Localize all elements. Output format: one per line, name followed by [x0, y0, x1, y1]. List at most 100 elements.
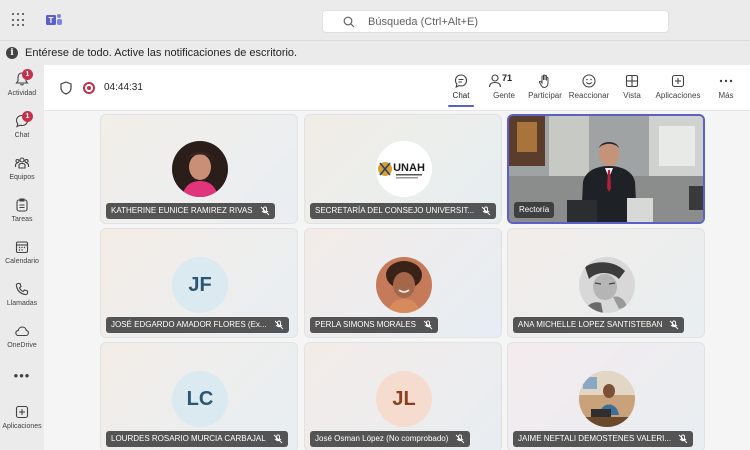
tool-label: Aplicaciones — [655, 91, 701, 100]
participant-tile[interactable]: ANA MICHELLE LOPEZ SANTISTEBAN — [507, 228, 705, 338]
participant-name: JAIME NEFTALI DEMOSTENES VALERI... — [518, 434, 672, 443]
shield-icon[interactable] — [60, 81, 72, 95]
teams-icon — [14, 157, 30, 169]
participant-tile[interactable]: KATHERINE EUNICE RAMIREZ RIVAS — [100, 114, 298, 224]
participant-tile[interactable]: UNAH SECRETARÍA DEL CONSEJO UNIVERSIT... — [304, 114, 502, 224]
participant-nameplate: SECRETARÍA DEL CONSEJO UNIVERSIT... — [310, 203, 497, 219]
avatar-initials: JF — [172, 257, 228, 313]
tool-react-button[interactable]: Reaccionar — [568, 73, 610, 100]
rail-label: OneDrive — [7, 342, 37, 349]
participant-name: JOSÉ EDGARDO AMADOR FLORES (Ex... — [111, 320, 267, 329]
rail-item-calendar[interactable]: Calendario — [0, 239, 44, 279]
participant-tile-speaking[interactable]: Rectoría — [507, 114, 705, 224]
participant-photo — [579, 371, 635, 427]
raise-hand-icon — [538, 74, 549, 89]
active-tab-indicator — [448, 105, 474, 107]
participant-nameplate: ANA MICHELLE LOPEZ SANTISTEBAN — [513, 317, 685, 333]
chat-badge: 1 — [22, 111, 33, 122]
participant-nameplate: José Osman López (No comprobado) — [310, 431, 471, 447]
avatar — [172, 141, 228, 197]
calendar-icon — [15, 241, 29, 254]
info-icon: i — [6, 47, 18, 59]
smile-icon — [582, 74, 596, 88]
mic-muted-icon — [260, 206, 269, 216]
rail-item-calls[interactable]: Llamadas — [0, 281, 44, 321]
rail-label: Actividad — [7, 90, 37, 97]
rail-label: Equipos — [9, 174, 35, 181]
notification-banner: i Entérese de todo. Active las notificac… — [0, 40, 750, 65]
rail-label: Llamadas — [6, 300, 38, 307]
rail-item-chat[interactable]: 1 Chat — [0, 111, 44, 153]
meeting-timer: 04:44:31 — [104, 82, 143, 93]
participant-count: 71 — [502, 73, 513, 83]
rail-item-apps[interactable]: Aplicaciones — [0, 404, 44, 444]
participant-name: ANA MICHELLE LOPEZ SANTISTEBAN — [518, 320, 663, 329]
tool-label: Chat — [452, 91, 470, 100]
more-dots-icon: ••• — [13, 368, 31, 383]
mic-muted-icon — [481, 206, 491, 216]
participant-photo — [376, 257, 432, 313]
add-apps-icon — [15, 405, 29, 419]
tool-label: Vista — [623, 91, 641, 100]
tool-chat-button[interactable]: Chat — [446, 73, 476, 107]
mic-muted-icon — [273, 434, 283, 444]
participant-tile[interactable]: JAIME NEFTALI DEMOSTENES VALERI... — [507, 342, 705, 450]
tool-people-button[interactable]: 71 Gente — [487, 73, 521, 100]
participant-tile[interactable]: PERLA SIMONS MORALES — [304, 228, 502, 338]
chat-bubble-icon — [454, 74, 468, 88]
tool-label: Participar — [528, 91, 562, 100]
mic-muted-icon — [678, 434, 688, 444]
meeting-toolbar: 04:44:31 Chat 71 Gente Participar Reacci… — [44, 65, 750, 111]
tool-view-button[interactable]: Vista — [618, 73, 646, 100]
rail-label: Tareas — [11, 216, 33, 223]
more-icon — [719, 79, 733, 83]
participant-nameplate: PERLA SIMONS MORALES — [310, 317, 438, 333]
mic-muted-icon — [423, 320, 433, 330]
participant-tile[interactable]: JL José Osman López (No comprobado) — [304, 342, 502, 450]
rail-label: Aplicaciones — [2, 423, 42, 430]
rail-item-teams[interactable]: Equipos — [0, 155, 44, 195]
meeting-stage: KATHERINE EUNICE RAMIREZ RIVAS UNAH SECR… — [44, 111, 750, 450]
app-launcher-icon[interactable] — [12, 13, 26, 27]
participant-name: LOURDES ROSARIO MURCIA CARBAJAL — [111, 434, 266, 443]
unah-logo-text: UNAH — [393, 162, 425, 174]
mic-muted-icon — [670, 320, 679, 330]
rail-item-activity[interactable]: 1 Actividad — [0, 69, 44, 111]
unah-logo-icon: UNAH — [376, 141, 432, 197]
participant-nameplate: JOSÉ EDGARDO AMADOR FLORES (Ex... — [106, 317, 289, 333]
tool-label: Gente — [493, 91, 515, 100]
search-icon — [343, 16, 355, 28]
rail-item-tasks[interactable]: Tareas — [0, 197, 44, 237]
rail-label: Calendario — [5, 258, 39, 265]
recording-icon — [83, 82, 95, 94]
avatar: UNAH — [376, 141, 432, 197]
teams-logo-icon: T — [46, 14, 62, 25]
participant-tile[interactable]: JF JOSÉ EDGARDO AMADOR FLORES (Ex... — [100, 228, 298, 338]
tool-more-button[interactable]: Más — [714, 73, 738, 100]
search-input[interactable]: Búsqueda (Ctrl+Alt+E) — [322, 10, 669, 33]
rail-label: Chat — [14, 132, 30, 139]
tool-raise-hand-button[interactable]: Participar — [526, 73, 564, 100]
svg-text:T: T — [49, 16, 54, 25]
participant-nameplate: JAIME NEFTALI DEMOSTENES VALERI... — [513, 431, 694, 447]
tool-label: Reaccionar — [568, 91, 610, 100]
rail-more-button[interactable]: ••• — [0, 367, 44, 387]
participant-nameplate: Rectoría — [514, 202, 555, 218]
participant-nameplate: LOURDES ROSARIO MURCIA CARBAJAL — [106, 431, 288, 447]
participant-name: SECRETARÍA DEL CONSEJO UNIVERSIT... — [315, 206, 475, 215]
participant-nameplate: KATHERINE EUNICE RAMIREZ RIVAS — [106, 203, 275, 219]
tasks-icon — [16, 198, 28, 212]
phone-icon — [15, 282, 29, 296]
tool-apps-button[interactable]: Aplicaciones — [654, 73, 702, 100]
participant-photo — [172, 141, 228, 197]
search-placeholder: Búsqueda (Ctrl+Alt+E) — [368, 16, 479, 28]
rail-item-onedrive[interactable]: OneDrive — [0, 323, 44, 363]
participant-tile[interactable]: LC LOURDES ROSARIO MURCIA CARBAJAL — [100, 342, 298, 450]
tool-label: Más — [718, 91, 734, 100]
participant-name: José Osman López (No comprobado) — [315, 434, 449, 443]
title-bar: T Búsqueda (Ctrl+Alt+E) — [0, 0, 750, 40]
activity-badge: 1 — [22, 69, 33, 80]
add-app-icon — [671, 74, 685, 88]
participant-photo — [579, 257, 635, 313]
participant-name: KATHERINE EUNICE RAMIREZ RIVAS — [111, 206, 253, 215]
